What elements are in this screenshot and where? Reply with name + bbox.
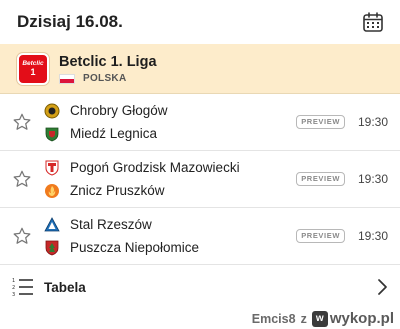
match-teams: Chrobry Głogów Miedź Legnica <box>44 103 296 142</box>
watermark-site: wykop.pl <box>329 310 394 327</box>
wykop-logo-icon: w <box>311 310 328 327</box>
favorite-star-icon[interactable] <box>0 226 44 246</box>
match-list-screen: Dzisiaj 16.08. Betclic 1 Betclic 1. Liga <box>0 0 400 329</box>
home-team-name: Pogoń Grodzisk Mazowiecki <box>70 160 240 175</box>
league-logo: Betclic 1 <box>17 52 49 85</box>
home-team: Stal Rzeszów <box>44 216 296 233</box>
puszcza-crest-icon <box>45 240 59 255</box>
home-team: Pogoń Grodzisk Mazowiecki <box>44 160 296 176</box>
home-team-name: Stal Rzeszów <box>70 217 152 232</box>
match-row[interactable]: Chrobry Głogów Miedź Legnica PREVIEW 19:… <box>0 94 400 151</box>
country-label: POLSKA <box>83 73 127 84</box>
league-logo-number: 1 <box>30 67 36 77</box>
match-row[interactable]: Stal Rzeszów Puszcza Niepołomice PREVIEW… <box>0 208 400 265</box>
svg-text:1: 1 <box>12 278 15 284</box>
match-teams: Stal Rzeszów Puszcza Niepołomice <box>44 216 296 256</box>
date-header: Dzisiaj 16.08. <box>0 0 400 44</box>
chrobry-crest-icon <box>44 103 60 118</box>
poland-flag-icon <box>59 73 75 84</box>
pogon-crest-icon <box>45 160 59 176</box>
preview-badge[interactable]: PREVIEW <box>296 172 345 186</box>
match-row[interactable]: Pogoń Grodzisk Mazowiecki Znicz Pruszków… <box>0 151 400 208</box>
away-team-name: Znicz Pruszków <box>70 183 165 198</box>
wykop-watermark: Emcis8 z w wykop.pl <box>252 310 394 327</box>
away-team: Puszcza Niepołomice <box>44 240 296 256</box>
preview-badge[interactable]: PREVIEW <box>296 115 345 129</box>
away-team: Znicz Pruszków <box>44 183 296 199</box>
match-time: 19:30 <box>358 172 389 186</box>
league-country: POLSKA <box>59 73 157 84</box>
match-time: 19:30 <box>358 229 389 243</box>
standings-link[interactable]: 1 2 3 Tabela <box>0 265 400 309</box>
list-numbered-icon: 1 2 3 <box>12 278 33 298</box>
chevron-right-icon <box>378 279 387 295</box>
date-title: Dzisiaj 16.08. <box>17 12 123 31</box>
home-team: Chrobry Głogów <box>44 103 296 119</box>
match-time: 19:30 <box>358 115 389 129</box>
league-header[interactable]: Betclic 1 Betclic 1. Liga POLSKA <box>0 44 400 94</box>
match-teams: Pogoń Grodzisk Mazowiecki Znicz Pruszków <box>44 160 296 199</box>
stal-crest-icon <box>44 216 60 231</box>
favorite-star-icon[interactable] <box>0 112 44 132</box>
favorite-star-icon[interactable] <box>0 169 44 189</box>
watermark-user: Emcis8 <box>251 311 296 326</box>
calendar-icon[interactable] <box>362 11 384 33</box>
preview-badge[interactable]: PREVIEW <box>296 229 345 243</box>
home-team-name: Chrobry Głogów <box>70 103 168 118</box>
away-team-name: Miedź Legnica <box>70 126 158 141</box>
league-logo-text: Betclic <box>22 60 44 67</box>
miedz-crest-icon <box>45 127 59 141</box>
svg-text:2: 2 <box>12 285 15 291</box>
znicz-crest-icon <box>45 183 59 198</box>
away-team-name: Puszcza Niepołomice <box>70 240 200 255</box>
league-name: Betclic 1. Liga <box>59 54 157 70</box>
svg-text:3: 3 <box>12 292 15 298</box>
away-team: Miedź Legnica <box>44 126 296 142</box>
standings-label: Tabela <box>44 279 86 295</box>
league-info: Betclic 1. Liga POLSKA <box>59 53 157 84</box>
watermark-joiner: z <box>300 311 307 326</box>
